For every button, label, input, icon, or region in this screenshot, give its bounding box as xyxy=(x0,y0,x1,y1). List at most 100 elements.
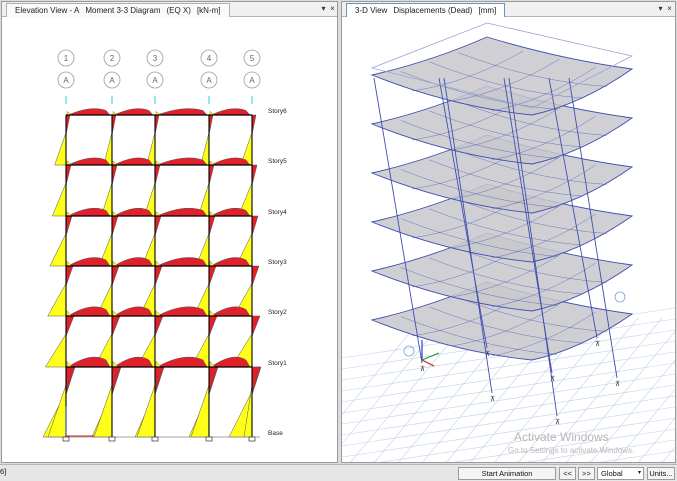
support-icon: ⊼ xyxy=(550,375,555,383)
beam-moment-diagram xyxy=(156,356,208,368)
coordinate-system-select[interactable]: Global ▾ xyxy=(597,467,644,480)
story-label: Story1 xyxy=(268,360,287,367)
base-column-moment-top xyxy=(111,366,121,393)
support-icon: ⊼ xyxy=(615,380,620,388)
beam-moment-diagram xyxy=(156,257,208,267)
deformed-building-model: ⊼ ⊼ ⊼ ⊼ ⊼ ⊼ ⊼ xyxy=(342,22,675,462)
base-column-moment-top xyxy=(208,366,218,393)
base-column-moment-top xyxy=(251,366,261,393)
ground-grid-line xyxy=(342,351,675,403)
chevron-down-icon: ▾ xyxy=(637,470,641,476)
grid-letter-label: A xyxy=(152,76,158,85)
tab-subtitle: Displacements (Dead) xyxy=(393,6,473,15)
status-text: 6] xyxy=(0,467,7,476)
grid-letter-label: A xyxy=(249,76,255,85)
base-column-moment-top xyxy=(65,366,75,393)
beam-moment-diagram xyxy=(67,108,111,116)
story-label: Story5 xyxy=(268,158,287,165)
column-moment-negative xyxy=(154,114,160,136)
story-label: Base xyxy=(268,430,283,437)
units-button[interactable]: Units... xyxy=(647,467,675,480)
beam-end-moment xyxy=(209,310,216,317)
beam-end-moment xyxy=(112,211,119,217)
story-label: Story2 xyxy=(268,309,287,316)
column-moment-negative xyxy=(65,265,74,287)
moment-diagram: 1 A 2 A 3 A 4 A 5 A Story6 Story5 Story4 Story3 Story2… xyxy=(42,49,287,442)
beam-end-moment xyxy=(155,310,162,317)
beam-end-moment xyxy=(155,360,162,368)
support-icon xyxy=(205,436,213,442)
support-icon: ⊼ xyxy=(595,340,600,348)
tab-units: [kN-m] xyxy=(196,6,221,15)
elevation-view-titlebar: Elevation View - A Moment 3-3 Diagram (EQ … xyxy=(2,2,337,17)
tab-load-case: (EQ X) xyxy=(166,6,191,15)
column-moment-negative xyxy=(65,215,73,237)
next-step-button[interactable]: >> xyxy=(578,467,595,480)
start-animation-button[interactable]: Start Animation xyxy=(458,467,556,480)
beam-moment-diagram xyxy=(113,157,154,166)
grid-bubble-label: 3 xyxy=(153,54,158,63)
column-moment-negative xyxy=(111,215,119,237)
tab-title: Elevation View - A xyxy=(15,6,80,15)
tab-3d-view[interactable]: 3-D View Displacements (Dead) [mm] xyxy=(346,3,506,17)
beam-moment-diagram xyxy=(67,207,111,217)
beam-end-moment xyxy=(209,211,216,217)
base-column-moment xyxy=(190,384,210,438)
column-moment-negative xyxy=(154,164,161,186)
story-label: Story4 xyxy=(268,209,287,216)
support-icon xyxy=(151,436,159,442)
coordinate-system-value: Global xyxy=(601,469,623,478)
column-moment-negative xyxy=(111,164,118,186)
beam-moment-diagram xyxy=(156,157,208,166)
column-moment-negative xyxy=(208,265,217,287)
close-icon[interactable]: × xyxy=(327,3,338,15)
base-column-moment xyxy=(136,384,156,438)
beam-moment-diagram xyxy=(156,306,208,317)
column-moment-negative xyxy=(65,114,71,136)
column-moment-negative xyxy=(208,215,216,237)
support-icon xyxy=(248,436,256,442)
grid-bubble-label: 4 xyxy=(207,54,212,63)
three-d-canvas[interactable]: ⊼ ⊼ ⊼ ⊼ ⊼ ⊼ ⊼ Activate Windows Go to Settings … xyxy=(342,18,675,462)
column-moment-positive xyxy=(51,182,67,217)
beam-moment-diagram xyxy=(156,207,208,217)
base-column-moment-top xyxy=(154,366,164,393)
grid-bubble xyxy=(403,345,415,357)
column-moment-negative xyxy=(251,215,259,237)
grid-bubble-label: 5 xyxy=(250,54,255,63)
beam-end-moment xyxy=(66,211,73,217)
tab-units: [mm] xyxy=(478,6,497,15)
base-column-moment xyxy=(47,384,67,438)
grid-bubble-label: 1 xyxy=(64,54,69,63)
support-icon: ⊼ xyxy=(490,395,495,403)
base-column-moment xyxy=(93,384,113,438)
support-icon: ⊼ xyxy=(485,350,490,358)
elevation-canvas[interactable]: 1 A 2 A 3 A 4 A 5 A Story6 Story5 Story4 Story3 Story2… xyxy=(2,18,337,462)
column-moment-positive xyxy=(44,332,67,368)
close-icon[interactable]: × xyxy=(664,3,675,15)
ground-grid-line xyxy=(379,417,675,462)
column-moment-negative xyxy=(65,164,72,186)
column-moment-negative xyxy=(65,315,75,337)
beam-end-moment xyxy=(66,260,73,267)
ground-grid-line xyxy=(342,317,423,416)
beam-end-moment xyxy=(209,260,216,267)
column-moment-positive xyxy=(47,282,67,317)
beam-end-moment xyxy=(112,310,119,317)
status-bar: 6] Start Animation << >> Global ▾ Units.… xyxy=(0,464,677,481)
support-icon: ⊼ xyxy=(555,418,560,426)
elevation-view-pane[interactable]: Elevation View - A Moment 3-3 Diagram (EQ … xyxy=(1,1,338,463)
previous-step-button[interactable]: << xyxy=(559,467,576,480)
column-moment-negative xyxy=(251,265,260,287)
support-icon xyxy=(108,436,116,442)
beam-moment-diagram xyxy=(113,108,154,116)
column-moment-negative xyxy=(154,315,164,337)
tab-elevation-view[interactable]: Elevation View - A Moment 3-3 Diagram (EQ … xyxy=(6,3,230,17)
grid-bubble-label: 2 xyxy=(110,54,115,63)
three-d-view-pane[interactable]: 3-D View Displacements (Dead) [mm] ▾ × ⊼ ⊼ ⊼… xyxy=(341,1,676,463)
beam-moment-diagram xyxy=(210,108,251,116)
beam-end-moment xyxy=(112,260,119,267)
column-moment-negative xyxy=(251,114,257,136)
column-moment-positive xyxy=(49,233,67,267)
column-moment-negative xyxy=(111,114,117,136)
